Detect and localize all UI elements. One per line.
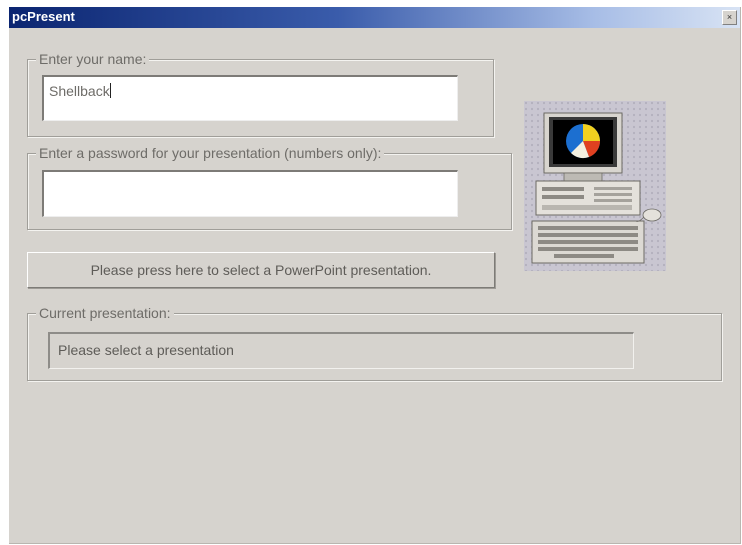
computer-with-pie-chart-icon: [524, 101, 666, 271]
pcpresent-window: pcPresent × Enter your name: Shellback E…: [9, 7, 741, 544]
password-group: Enter a password for your presentation (…: [27, 144, 512, 230]
name-group: Enter your name: Shellback: [27, 50, 494, 137]
current-presentation-value: Please select a presentation: [58, 342, 234, 358]
select-presentation-button[interactable]: Please press here to select a PowerPoint…: [27, 252, 495, 288]
title-bar[interactable]: pcPresent ×: [9, 7, 740, 28]
password-label: Enter a password for your presentation (…: [36, 144, 385, 162]
name-label: Enter your name:: [36, 50, 150, 68]
window-title: pcPresent: [12, 9, 75, 24]
current-presentation-label: Current presentation:: [36, 304, 174, 322]
password-input[interactable]: [42, 170, 458, 217]
name-input[interactable]: Shellback: [42, 75, 458, 121]
current-presentation-field: Please select a presentation: [48, 332, 634, 369]
text-caret: [109, 83, 111, 98]
close-button[interactable]: ×: [722, 10, 737, 25]
name-input-value: Shellback: [49, 83, 110, 99]
